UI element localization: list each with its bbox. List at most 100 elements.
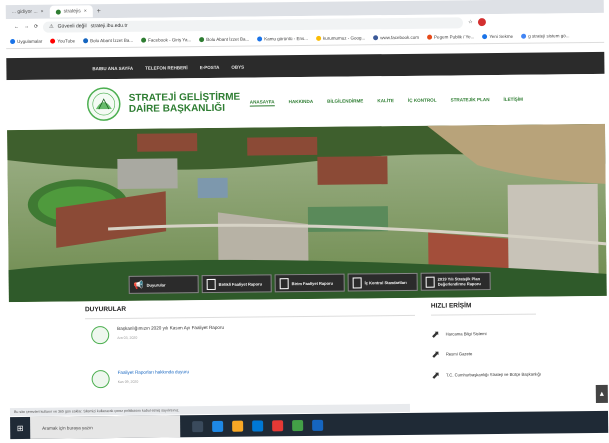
search-placeholder: Aramak için buraya yazın bbox=[42, 424, 93, 431]
file-explorer-icon[interactable] bbox=[232, 420, 244, 432]
quick-access-label: Harcama Bilgi Sistemi bbox=[445, 331, 487, 337]
bookmark-label: Kamu görüntü - Ens... bbox=[264, 35, 309, 42]
menu-item-home[interactable]: ANASAYFA bbox=[249, 99, 275, 107]
announcement-date: Kas 09, 2020 bbox=[117, 379, 139, 384]
megaphone-icon: 📢 bbox=[133, 280, 144, 290]
bookmark-favicon-icon bbox=[373, 35, 379, 41]
announcement-item[interactable]: Başkanlığımızın 2020 yılı Kasım Ayı Faal… bbox=[91, 324, 271, 345]
reload-icon[interactable]: ⟳ bbox=[34, 24, 38, 30]
quick-link-announcements[interactable]: 📢 Duyurular bbox=[128, 275, 199, 294]
star-icon[interactable]: ☆ bbox=[468, 19, 473, 25]
scroll-top-button[interactable]: ▲ bbox=[595, 384, 608, 403]
tab-1[interactable]: ... gidiyor ... × bbox=[6, 6, 50, 18]
bookmark-item[interactable]: www.facebook.com bbox=[373, 34, 420, 41]
menu-item-internal-control[interactable]: İÇ KONTROL bbox=[408, 98, 437, 105]
bookmark-item[interactable]: Pegem Publik / Ye... bbox=[427, 34, 475, 40]
edge-icon[interactable] bbox=[212, 420, 224, 432]
bookmark-item[interactable]: Uygulamalar bbox=[10, 38, 43, 45]
menu-item-info[interactable]: BİLGİLENDİRME bbox=[327, 98, 363, 105]
quick-links-bar: 📢 Duyurular Birlikli Faaliyet Raporu Biri… bbox=[128, 272, 491, 294]
quick-link-internal-control[interactable]: İç Kontrol Standartları bbox=[347, 272, 418, 292]
quick-link-strategic-plan-report[interactable]: 2019 Yılı Stratejik Plan Değerlendirme R… bbox=[420, 272, 491, 291]
university-logo[interactable] bbox=[87, 85, 121, 123]
taskbar-search[interactable]: Aramak için buraya yazın bbox=[30, 415, 181, 439]
announcement-title[interactable]: Faaliyet Raporları hakkında duyuru bbox=[118, 369, 190, 376]
url-text: strateji.ibu.edu.tr bbox=[90, 22, 128, 30]
bookmark-item[interactable]: Bolu Abant İzzet Ba... bbox=[199, 37, 249, 43]
quick-link-department-report[interactable]: Birim Faaliyet Raporu bbox=[274, 273, 345, 293]
bookmark-favicon-icon bbox=[141, 37, 147, 43]
announcement-title[interactable]: Başkanlığımızın 2020 yılı Kasım Ayı Faal… bbox=[117, 325, 224, 332]
quick-link-label: Birim Faaliyet Raporu bbox=[291, 280, 334, 286]
menu-item-quality[interactable]: KALİTE bbox=[377, 98, 394, 105]
bookmark-item[interactable]: Facebook - Giriş Ya... bbox=[141, 37, 191, 43]
bookmark-label: Pegem Publik / Ye... bbox=[434, 34, 475, 40]
bookmark-item[interactable]: Bolu Abant İzzet Ba... bbox=[83, 38, 133, 44]
bookmark-item[interactable]: YouTube bbox=[50, 38, 76, 44]
topnav-link[interactable]: TELEFON REHBERİ bbox=[145, 65, 188, 70]
menu-item-about[interactable]: HAKKINDA bbox=[289, 99, 314, 106]
bookmark-label: g strateji sistem gö... bbox=[528, 33, 570, 39]
document-icon bbox=[206, 278, 216, 290]
bookmark-label: kurumumuz - Goog... bbox=[322, 35, 366, 41]
quick-access-label: T.C. Cumhurbaşkanlığı Strateji ve Bütçe … bbox=[445, 371, 542, 378]
quick-access-label: Resmi Gazete bbox=[445, 351, 473, 357]
bookmark-favicon-icon bbox=[482, 34, 488, 40]
profile-avatar[interactable] bbox=[477, 18, 486, 27]
divider bbox=[85, 314, 416, 320]
bookmark-item[interactable]: kurumumuz - Goog... bbox=[315, 35, 366, 41]
bookmark-favicon-icon bbox=[427, 34, 433, 40]
bookmark-label: Bolu Abant İzzet Ba... bbox=[206, 36, 250, 43]
bookmark-item[interactable]: g strateji sistem gö... bbox=[521, 33, 569, 39]
quick-access-item[interactable]: ⬈ Harcama Bilgi Sistemi bbox=[431, 330, 541, 341]
mail-icon[interactable] bbox=[252, 419, 264, 432]
external-link-icon: ⬈ bbox=[431, 370, 441, 382]
new-tab-button[interactable]: + bbox=[93, 8, 101, 15]
quick-access-item[interactable]: ⬈ Resmi Gazete bbox=[431, 349, 541, 361]
bookmark-label: Yeni Sekme bbox=[489, 33, 514, 40]
quick-link-label: İç Kontrol Standartları bbox=[364, 279, 407, 285]
bookmark-favicon-icon bbox=[521, 33, 527, 39]
menu-item-strategic-plan[interactable]: STRATEJİK PLAN bbox=[451, 97, 490, 104]
announcement-item[interactable]: Faaliyet Raporları hakkında duyuru Kas 09… bbox=[91, 368, 272, 389]
word-icon[interactable] bbox=[312, 419, 324, 431]
back-icon[interactable]: ← bbox=[14, 24, 19, 30]
bookmark-favicon-icon bbox=[50, 38, 56, 44]
quick-link-label: Duyurular bbox=[146, 281, 166, 288]
divider bbox=[430, 313, 537, 316]
bookmark-favicon-icon bbox=[199, 37, 205, 43]
tab-label: ... gidiyor ... bbox=[11, 8, 38, 16]
bookmark-favicon-icon bbox=[315, 35, 322, 41]
topnav-link[interactable]: BAIBU ANA SAYFA bbox=[92, 65, 133, 70]
external-link-icon: ⬈ bbox=[431, 349, 440, 361]
task-view-icon[interactable] bbox=[192, 420, 204, 432]
menu-item-contact[interactable]: İLETİŞİM bbox=[503, 97, 522, 104]
bookmark-favicon-icon bbox=[10, 39, 16, 45]
quick-access-item[interactable]: ⬈ T.C. Cumhurbaşkanlığı Strateji ve Bütçe… bbox=[431, 370, 542, 382]
security-label: Güvenli değil bbox=[57, 23, 87, 30]
announcement-date: Ara 03, 2020 bbox=[117, 335, 138, 340]
main-menu: ANASAYFA HAKKINDA BİLGİLENDİRME KALİTE İ… bbox=[249, 97, 523, 107]
site-favicon-icon bbox=[55, 9, 61, 15]
topnav-link[interactable]: OBYS bbox=[231, 64, 244, 69]
bookmark-label: YouTube bbox=[57, 38, 76, 44]
bookmark-label: www.facebook.com bbox=[380, 34, 420, 41]
bookmark-item[interactable]: Kamu görüntü - Ens... bbox=[257, 36, 308, 42]
bookmark-item[interactable]: Yeni Sekme bbox=[482, 33, 514, 40]
topnav-link[interactable]: E-POSTA bbox=[200, 64, 220, 69]
tab-2[interactable]: stratejis × bbox=[49, 5, 93, 18]
forward-icon[interactable]: → bbox=[24, 24, 29, 30]
quick-link-unit-report[interactable]: Birlikli Faaliyet Raporu bbox=[201, 274, 272, 294]
chrome-icon[interactable] bbox=[272, 419, 284, 431]
site-header: STRATEJİ GELİŞTİRME DAİRE BAŞKANLIĞI ANA… bbox=[6, 73, 606, 131]
windows-start-icon[interactable]: ⊞ bbox=[10, 423, 30, 432]
site-title[interactable]: STRATEJİ GELİŞTİRME DAİRE BAŞKANLIĞI bbox=[129, 92, 241, 115]
warning-icon: ⚠ bbox=[49, 23, 54, 30]
excel-icon[interactable] bbox=[292, 419, 304, 431]
bookmark-label: Uygulamalar bbox=[17, 38, 43, 44]
title-line-2: DAİRE BAŞKANLIĞI bbox=[128, 102, 226, 115]
document-icon bbox=[425, 276, 435, 288]
university-logo-icon bbox=[91, 370, 110, 389]
url-field[interactable]: ⚠ Güvenli değil strateji.ibu.edu.tr bbox=[43, 16, 464, 33]
quick-link-label: Birlikli Faaliyet Raporu bbox=[218, 280, 263, 287]
